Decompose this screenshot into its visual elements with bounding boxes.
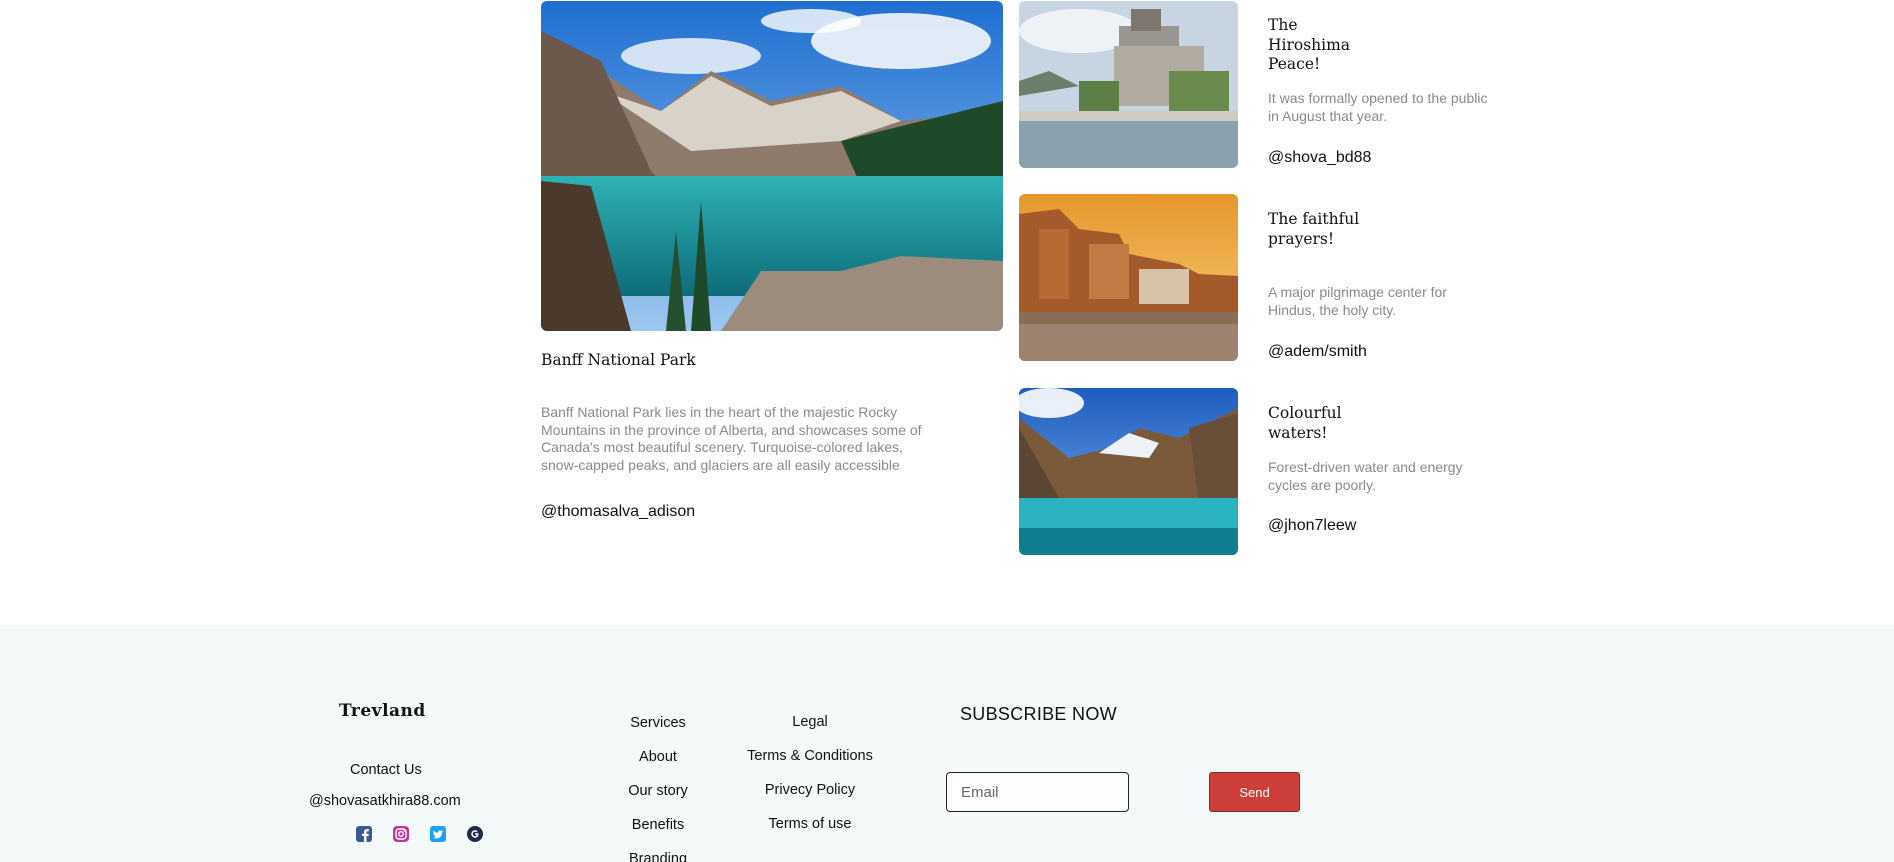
card-description: Forest-driven water and energy cycles ar… (1268, 459, 1463, 493)
nav-link-about[interactable]: About (608, 747, 708, 781)
footer: Trevland Contact Us @shovasatkhira88.com… (0, 625, 1894, 862)
card-description: A major pilgrimage center for Hindus, th… (1268, 284, 1447, 318)
contact-email[interactable]: @shovasatkhira88.com (309, 793, 461, 809)
contact-us-link[interactable]: Contact Us (350, 762, 422, 778)
feature-author-handle[interactable]: @thomasalva_adison (541, 503, 695, 521)
google-icon[interactable] (467, 826, 483, 842)
feature-title: Banff National Park (541, 351, 696, 369)
email-field[interactable] (946, 772, 1129, 812)
brand-logo[interactable]: Trevland (339, 701, 426, 721)
varanasi-ghats-photo (1019, 194, 1238, 361)
nav-link-terms-conditions[interactable]: Terms & Conditions (735, 746, 885, 780)
nav-link-terms-of-use[interactable]: Terms of use (735, 814, 885, 848)
twitter-icon[interactable] (430, 826, 446, 842)
card-title: The faithful prayers! (1268, 210, 1360, 248)
nav-link-privacy-policy[interactable]: Privecy Policy (735, 780, 885, 814)
card-author-handle[interactable]: @adem/smith (1268, 343, 1367, 361)
footer-nav-legal: Legal Terms & Conditions Privecy Policy … (735, 712, 885, 848)
card-title: Colourful waters! (1268, 404, 1342, 442)
banff-lake-photo (541, 1, 1003, 331)
hiroshima-dome-photo (1019, 1, 1238, 168)
nav-link-benefits[interactable]: Benefits (608, 815, 708, 849)
nav-link-services[interactable]: Services (608, 713, 708, 747)
footer-nav-primary: Services About Our story Benefits Brandi… (608, 713, 708, 862)
send-button[interactable]: Send (1209, 772, 1300, 812)
card-title: The Hiroshima Peace! (1268, 16, 1351, 73)
nav-link-our-story[interactable]: Our story (608, 781, 708, 815)
subscribe-title: SUBSCRIBE NOW (960, 704, 1117, 724)
feature-description: Banff National Park lies in the heart of… (541, 404, 922, 473)
facebook-icon[interactable] (356, 826, 372, 842)
card-author-handle[interactable]: @shova_bd88 (1268, 149, 1371, 167)
card-description: It was formally opened to the public in … (1268, 90, 1488, 124)
instagram-icon[interactable] (393, 826, 409, 842)
nav-link-branding[interactable]: Branding (608, 849, 708, 862)
mountain-lake-photo (1019, 388, 1238, 555)
nav-link-legal[interactable]: Legal (735, 712, 885, 746)
card-author-handle[interactable]: @jhon7leew (1268, 517, 1356, 535)
